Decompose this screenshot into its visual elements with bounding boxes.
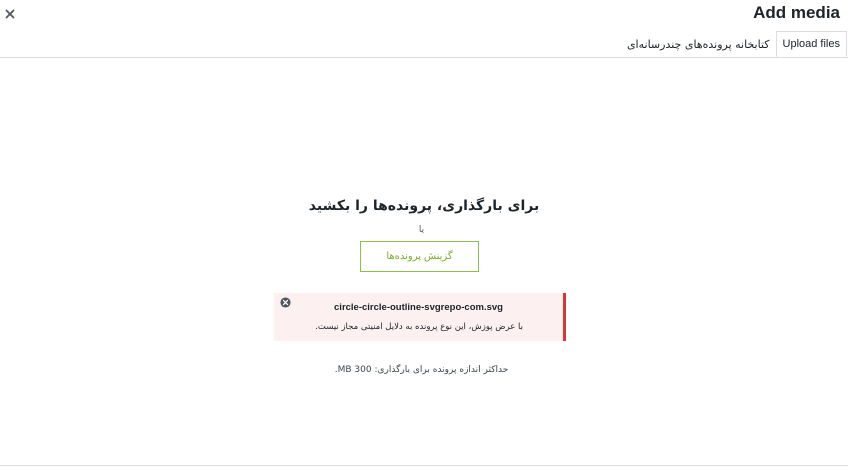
upload-error-notice: circle-circle-outline-svgrepo-com.svg با…	[274, 293, 566, 341]
or-separator: یا	[418, 225, 425, 235]
tab-media-library[interactable]: کتابخانه پرونده‌های چندرسانه‌ای	[621, 33, 776, 57]
upload-dropzone[interactable]: برای بارگذاری، پرونده‌ها را بکشید یا گزی…	[0, 58, 848, 465]
max-upload-size: حداکثر اندازه پرونده برای بارگذاری: 300 …	[334, 365, 509, 375]
footer-divider	[0, 465, 848, 466]
close-button[interactable]	[0, 0, 20, 28]
add-media-modal: Add media کتابخانه پرونده‌های چندرسانه‌ا…	[0, 0, 848, 471]
error-filename: circle-circle-outline-svgrepo-com.svg	[334, 302, 503, 313]
select-files-button[interactable]: گزینش پرونده‌ها	[360, 241, 479, 272]
error-message: با عرض پوزش، این نوع پرونده به دلایل امن…	[315, 322, 523, 332]
drop-instructions: برای بارگذاری، پرونده‌ها را بکشید	[308, 198, 540, 214]
tab-upload-files[interactable]: Upload files	[775, 31, 847, 57]
modal-title: Add media	[753, 3, 840, 22]
close-icon	[5, 9, 15, 19]
media-tabs: کتابخانه پرونده‌های چندرسانه‌ای Upload f…	[619, 31, 847, 57]
